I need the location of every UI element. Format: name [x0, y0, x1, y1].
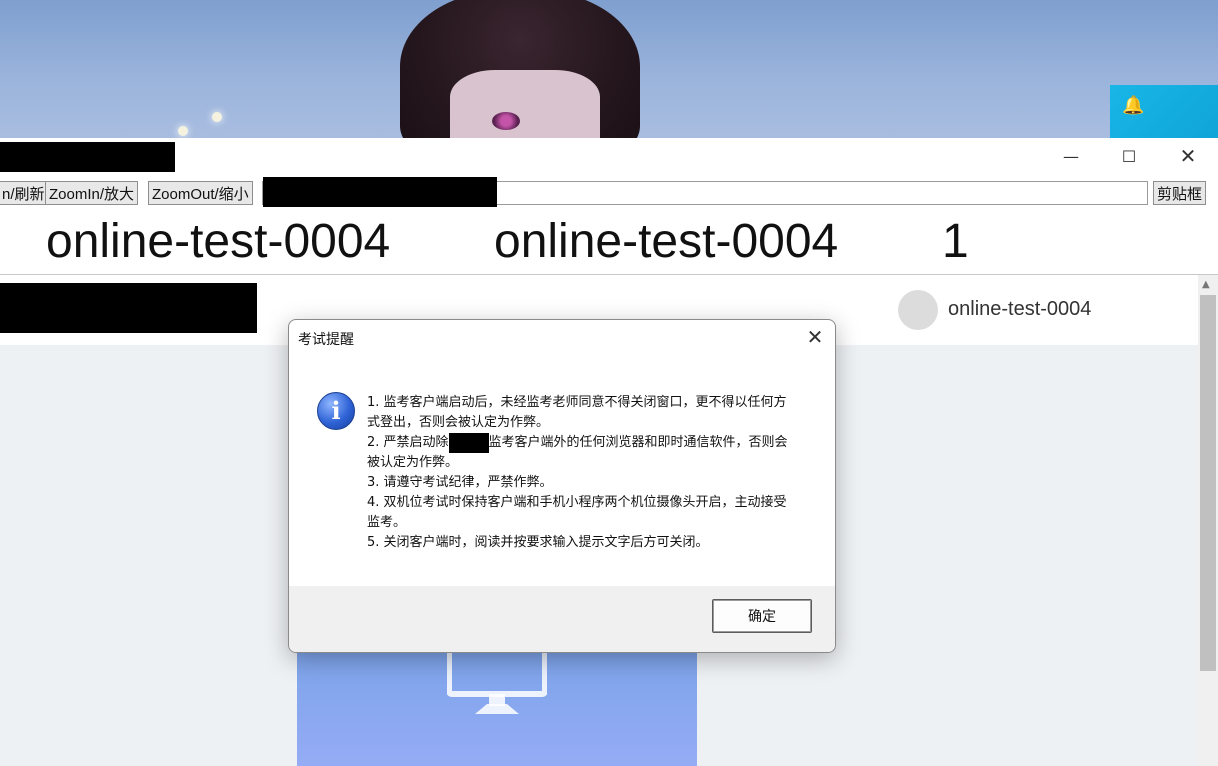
address-redacted: [263, 177, 497, 207]
info-icon: i: [317, 392, 355, 430]
clipboard-button[interactable]: 剪贴框: [1153, 181, 1207, 205]
rule-1: 1. 监考客户端启动后，未经监考老师同意不得关闭窗口，更不得以任何方式登出，否则…: [367, 395, 787, 430]
exam-header: online-test-0004 online-test-0004 1: [0, 208, 1218, 275]
monitor-icon: [447, 648, 547, 714]
maximize-icon[interactable]: ☐: [1100, 138, 1158, 174]
rule-3: 3. 请遵守考试纪律，严禁作弊。: [367, 475, 553, 490]
bell-icon: 🔔: [1122, 95, 1145, 116]
vertical-scrollbar[interactable]: ▲: [1198, 275, 1218, 766]
dialog-title: 考试提醒: [298, 332, 354, 348]
title-bar: — ☐ ✕: [0, 138, 1218, 176]
scroll-thumb[interactable]: [1200, 295, 1216, 671]
device-card[interactable]: [297, 640, 697, 766]
dialog-footer: 确定: [289, 586, 835, 652]
zoom-in-button[interactable]: ZoomIn/放大: [45, 181, 139, 205]
nav-logo-redacted: [0, 283, 257, 333]
header-number: 1: [942, 215, 969, 268]
wallpaper-character-face: [450, 70, 600, 140]
tray-app-window[interactable]: 🔔: [1110, 85, 1218, 140]
window-title-redacted: [0, 142, 175, 172]
wallpaper-character-eye: [492, 112, 520, 130]
toolbar: n/刷新 ZoomIn/放大 ZoomOut/缩小 剪贴框: [0, 177, 1218, 207]
wallpaper-light: [212, 112, 222, 122]
close-icon[interactable]: ✕: [1159, 138, 1217, 174]
rule-2-start: 2. 严禁启动除: [367, 435, 449, 450]
zoom-out-button[interactable]: ZoomOut/缩小: [148, 181, 253, 205]
rule-5: 5. 关闭客户端时，阅读并按要求输入提示文字后方可关闭。: [367, 535, 709, 550]
wallpaper-light: [178, 126, 188, 136]
refresh-button[interactable]: n/刷新: [0, 181, 49, 205]
ok-button[interactable]: 确定: [712, 599, 812, 633]
rule-2: 2. 严禁启动除 监考客户端外的任何浏览器和即时通信软件，否则会被认定为作弊。: [367, 433, 799, 473]
header-middle-id: online-test-0004: [494, 215, 839, 268]
address-input[interactable]: [262, 177, 1148, 207]
close-icon[interactable]: ✕: [804, 325, 826, 349]
desktop-wallpaper: [0, 0, 1218, 140]
avatar[interactable]: [898, 290, 938, 330]
minimize-icon[interactable]: —: [1042, 138, 1100, 174]
rule-4: 4. 双机位考试时保持客户端和手机小程序两个机位摄像头开启，主动接受监考。: [367, 495, 787, 530]
dialog-message: 1. 监考客户端启动后，未经监考老师同意不得关闭窗口，更不得以任何方式登出，否则…: [367, 393, 799, 553]
scroll-up-icon[interactable]: ▲: [1202, 279, 1210, 290]
nav-username: online-test-0004: [948, 298, 1092, 320]
header-left-id: online-test-0004: [46, 215, 391, 268]
redacted-name: [448, 433, 489, 453]
exam-reminder-dialog: 考试提醒 ✕ i 1. 监考客户端启动后，未经监考老师同意不得关闭窗口，更不得以…: [288, 319, 836, 653]
